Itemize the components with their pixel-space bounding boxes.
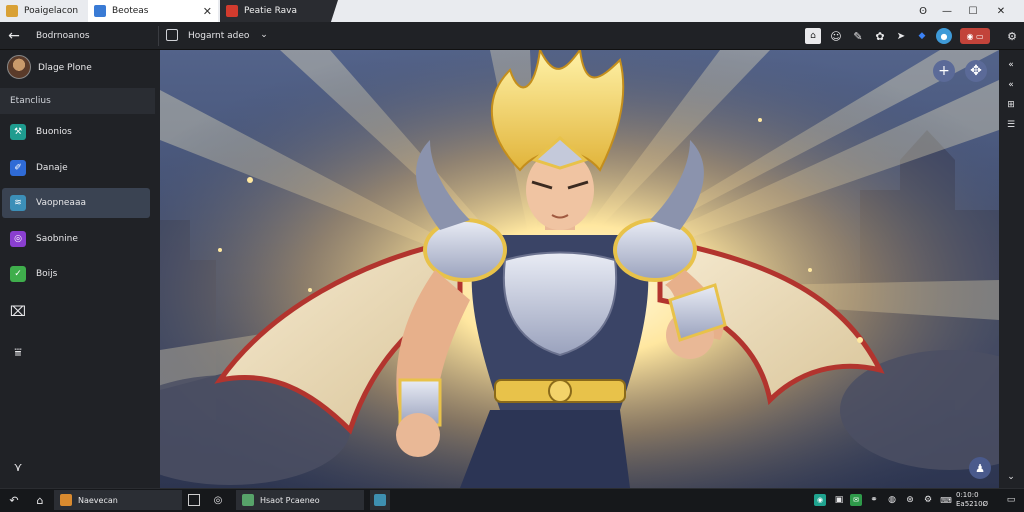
sidebar-item-layers[interactable]: ≋ Vaopneaaa: [2, 188, 150, 218]
chevron-down-icon[interactable]: ⌄: [1004, 470, 1018, 484]
collapse-icon[interactable]: «: [1004, 78, 1018, 92]
sidebar-item-label: Danaje: [36, 163, 68, 173]
palette-icon[interactable]: ✿: [872, 28, 888, 44]
tab-favicon: [6, 5, 18, 17]
effects-icon: ✓: [10, 266, 26, 282]
back-arrow-icon[interactable]: ←: [6, 28, 22, 44]
target-icon[interactable]: ◎: [210, 492, 226, 508]
close-button[interactable]: ✕: [990, 0, 1012, 22]
taskbar-item-label: Hsaot Pcaeneo: [260, 495, 320, 505]
sidebar-item-label: Vaopneaaa: [36, 198, 86, 208]
layers-icon: ≋: [10, 195, 26, 211]
home-icon[interactable]: ⌂: [805, 28, 821, 44]
right-rail: [999, 50, 1024, 488]
keyboard-icon[interactable]: ⌨: [940, 494, 952, 506]
face-icon[interactable]: ☺: [828, 28, 844, 44]
display-icon[interactable]: ▣: [833, 494, 845, 506]
crop-icon[interactable]: ⌧: [9, 303, 27, 321]
tab-1[interactable]: Poaigelacon: [0, 0, 86, 22]
grid-icon[interactable]: ⊞: [1004, 98, 1018, 112]
tab-label: Peatie Rava: [244, 6, 297, 16]
avatar[interactable]: [7, 55, 31, 79]
clock[interactable]: 0:10:0 Ea5210Ø: [956, 491, 988, 509]
help-button[interactable]: ♟: [969, 457, 991, 479]
clock-date: Ea5210Ø: [956, 500, 989, 508]
maximize-button[interactable]: ☐: [962, 0, 984, 22]
document-icon: [166, 29, 178, 41]
tab-2[interactable]: Beoteas ✕: [88, 0, 218, 22]
document-title[interactable]: Hogarnt adeo: [188, 31, 249, 41]
adjust-icon[interactable]: ⩸: [9, 343, 27, 361]
toolbar-divider: [158, 26, 159, 46]
link-icon[interactable]: ⚭: [868, 494, 880, 506]
taskbar-item-label: Naevecan: [78, 495, 118, 505]
app-icon: [374, 494, 386, 506]
window-icon[interactable]: ⌂: [32, 492, 48, 508]
collapse-icon[interactable]: ⋎: [9, 458, 27, 476]
tab-label: Poaigelacon: [24, 6, 79, 16]
section-label: Etanclius: [10, 96, 51, 106]
tab-3[interactable]: Peatie Rava: [220, 0, 338, 22]
profile-name: Dlage Plone: [38, 63, 92, 73]
settings-icon[interactable]: ⚙: [922, 494, 934, 506]
chevron-down-icon[interactable]: ⌄: [258, 29, 270, 41]
record-toggle[interactable]: ◉ ▭: [960, 28, 990, 44]
sidebar-item-filter[interactable]: ◎ Saobnine: [2, 224, 150, 254]
checkbox-icon[interactable]: [188, 494, 200, 506]
avatar[interactable]: ●: [936, 28, 952, 44]
pen-icon[interactable]: ✎: [850, 28, 866, 44]
move-button[interactable]: ✥: [965, 60, 987, 82]
undo-icon[interactable]: ↶: [6, 492, 22, 508]
filter-icon: ◎: [10, 231, 26, 247]
sidebar-item-label: Buonios: [36, 127, 72, 137]
taskbar-item-3[interactable]: [370, 490, 390, 510]
tools-icon: ⚒: [10, 124, 26, 140]
tab-label: Beoteas: [112, 6, 149, 16]
sidebar-item-label: Saobnine: [36, 234, 78, 244]
add-button[interactable]: +: [933, 60, 955, 82]
settings-icon[interactable]: ⚙: [1004, 28, 1020, 44]
minimize-button[interactable]: —: [936, 0, 958, 22]
sidebar-item-brush[interactable]: ✐ Danaje: [2, 153, 150, 183]
list-icon[interactable]: ☰: [1004, 118, 1018, 132]
artwork-canvas[interactable]: + ✥ ♟: [160, 50, 999, 488]
brush-icon: ✐: [10, 160, 26, 176]
close-icon[interactable]: ✕: [203, 5, 212, 18]
sync-icon[interactable]: ⊛: [904, 494, 916, 506]
security-icon[interactable]: ◉: [814, 494, 826, 506]
app-toolbar: [0, 22, 1024, 50]
cloud-icon[interactable]: ◍: [886, 494, 898, 506]
sidebar-item-tools[interactable]: ⚒ Buonios: [2, 117, 150, 147]
notification-icon[interactable]: ▭: [1005, 494, 1017, 506]
sidebar-item-effects[interactable]: ✓ Boijs: [2, 259, 150, 289]
chat-icon[interactable]: ✉: [850, 494, 862, 506]
clock-time: 0:10:0: [956, 491, 979, 499]
app-icon: [60, 494, 72, 506]
back-label: Bodrnoanos: [36, 31, 90, 41]
taskbar-item-2[interactable]: Hsaot Pcaeneo: [236, 490, 364, 510]
app-icon: [242, 494, 254, 506]
hero-illustration: [160, 50, 999, 488]
tab-favicon: [226, 5, 238, 17]
tab-favicon: [94, 5, 106, 17]
diamond-icon[interactable]: ◆: [914, 28, 930, 44]
navigation-icon[interactable]: ➤: [893, 28, 909, 44]
sidebar-item-label: Boijs: [36, 269, 58, 279]
expand-icon[interactable]: «: [1004, 58, 1018, 72]
account-icon[interactable]: ʘ: [912, 0, 934, 22]
taskbar-item-1[interactable]: Naevecan: [54, 490, 182, 510]
